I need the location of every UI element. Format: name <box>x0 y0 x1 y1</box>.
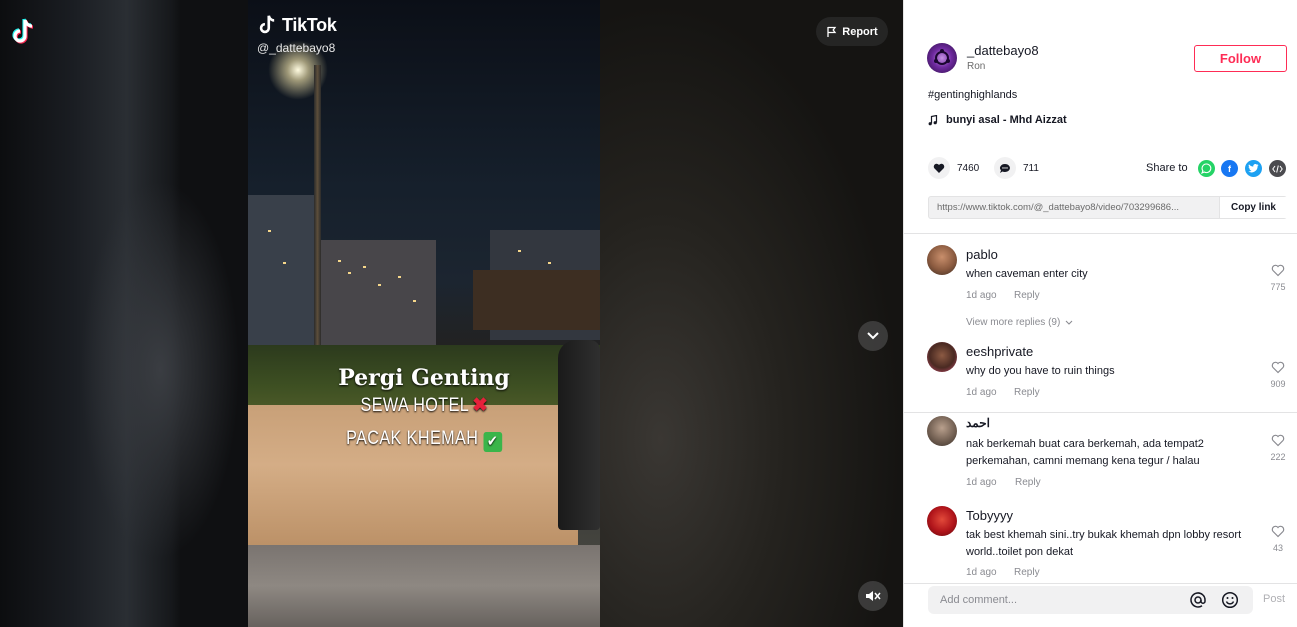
flag-icon <box>827 26 837 37</box>
reply-button[interactable]: Reply <box>1014 567 1040 578</box>
comment-username[interactable]: احمد <box>966 416 990 430</box>
reply-button[interactable]: Reply <box>1015 477 1041 488</box>
blurred-background-right <box>600 0 903 627</box>
comment-like-count: 222 <box>1270 452 1286 462</box>
heart-outline-icon <box>1271 525 1285 538</box>
overlay-text-line2: SEWA HOTEL ✖ <box>274 394 573 417</box>
section-divider <box>903 412 1297 413</box>
reply-button[interactable]: Reply <box>1014 387 1040 398</box>
video-stage: Pergi Genting SEWA HOTEL ✖ PACAK KHEMAH … <box>0 0 903 627</box>
watermark-handle: @_dattebayo8 <box>257 41 336 55</box>
music-title: bunyi asal - Mhd Aizzat <box>946 114 1067 126</box>
video-link-text[interactable]: https://www.tiktok.com/@_dattebayo8/vide… <box>937 202 1217 213</box>
chevron-down-icon <box>867 332 879 340</box>
heart-icon <box>933 163 945 173</box>
comment-time: 1d ago <box>966 290 997 301</box>
mute-button[interactable] <box>858 581 888 611</box>
comment-time: 1d ago <box>966 567 997 578</box>
music-note-icon <box>928 114 938 125</box>
comment-bubble-icon <box>1000 163 1010 173</box>
tiktok-watermark: TikTok <box>258 14 337 36</box>
comment-like[interactable]: 222 <box>1268 434 1288 462</box>
comment-stat[interactable]: 711 <box>994 157 1039 179</box>
building <box>248 195 318 365</box>
author-avatar[interactable] <box>927 43 957 73</box>
commenter-avatar[interactable] <box>927 342 957 372</box>
floor <box>248 545 600 627</box>
section-divider <box>903 233 1297 234</box>
facebook-icon[interactable]: f <box>1221 160 1238 177</box>
blurred-background-left <box>80 180 240 560</box>
heart-outline-icon <box>1271 434 1285 447</box>
view-more-label: View more replies (9) <box>966 317 1061 328</box>
like-button[interactable] <box>928 157 950 179</box>
author-username[interactable]: _dattebayo8 <box>967 43 1039 58</box>
follow-button[interactable]: Follow <box>1194 45 1287 72</box>
report-button[interactable]: Report <box>816 17 888 46</box>
author-nickname: Ron <box>967 61 986 72</box>
commenter-avatar[interactable] <box>927 506 957 536</box>
comment-time: 1d ago <box>966 387 997 398</box>
heart-outline-icon <box>1271 361 1285 374</box>
cross-mark-icon: ✖ <box>472 395 489 416</box>
comment-like[interactable]: 43 <box>1268 525 1288 553</box>
commenter-avatar[interactable] <box>927 416 957 446</box>
next-video-button[interactable] <box>858 321 888 351</box>
roof <box>473 270 600 330</box>
whatsapp-icon[interactable] <box>1198 160 1215 177</box>
comment-input[interactable]: Add comment... <box>928 586 1253 614</box>
comment-text: why do you have to ruin things <box>966 365 1115 377</box>
avatar-pattern-icon <box>934 49 950 65</box>
video-player[interactable]: Pergi Genting SEWA HOTEL ✖ PACAK KHEMAH … <box>248 0 600 627</box>
comment-text: tak best khemah sini..try bukak khemah d… <box>966 529 1242 558</box>
twitter-icon[interactable] <box>1245 160 1262 177</box>
like-stat[interactable]: 7460 <box>928 157 979 179</box>
commenter-avatar[interactable] <box>927 245 957 275</box>
comment-text: nak berkemah buat cara berkemah, ada tem… <box>966 438 1204 467</box>
comment-button[interactable] <box>994 157 1016 179</box>
overlay-text-line1: Pergi Genting <box>338 365 510 391</box>
overlay-text-line3: PACAK KHEMAH ✔ <box>274 428 573 452</box>
check-mark-icon: ✔ <box>483 432 502 452</box>
copy-link-button[interactable]: Copy link <box>1219 197 1287 218</box>
tiktok-logo-icon[interactable] <box>11 18 37 46</box>
comment-like-count: 909 <box>1270 379 1286 389</box>
chevron-down-icon <box>1065 320 1073 325</box>
comment-like-count: 43 <box>1272 543 1283 553</box>
comment-username[interactable]: eeshprivate <box>966 344 1033 359</box>
comment-like-count: 775 <box>1270 282 1286 292</box>
post-comment-button[interactable]: Post <box>1263 593 1285 605</box>
speaker-muted-icon <box>866 591 881 601</box>
watermark-brand-name: TikTok <box>282 14 337 35</box>
music-link[interactable]: bunyi asal - Mhd Aizzat <box>928 114 1067 126</box>
section-divider <box>903 583 1297 584</box>
building <box>318 240 436 350</box>
comment-count: 711 <box>1023 162 1039 174</box>
report-label: Report <box>842 25 878 38</box>
comment-like[interactable]: 775 <box>1268 264 1288 292</box>
view-more-replies[interactable]: View more replies (9) <box>966 317 1073 328</box>
reply-button[interactable]: Reply <box>1014 290 1040 301</box>
share-label: Share to <box>1146 162 1188 174</box>
comment-username[interactable]: Tobyyyy <box>966 508 1013 523</box>
emoji-icon[interactable] <box>1221 591 1239 609</box>
overlay-text-line2-label: SEWA HOTEL <box>360 395 469 416</box>
overlay-text-line3-label: PACAK KHEMAH <box>346 428 479 449</box>
mention-icon[interactable] <box>1189 591 1207 609</box>
video-link-box: https://www.tiktok.com/@_dattebayo8/vide… <box>928 196 1287 219</box>
embed-code-icon[interactable] <box>1269 160 1286 177</box>
comment-username[interactable]: pablo <box>966 247 998 262</box>
comment-text: when caveman enter city <box>966 268 1088 280</box>
lamp-post <box>314 65 321 365</box>
tiktok-note-icon <box>259 15 275 34</box>
comment-time: 1d ago <box>966 477 997 488</box>
heart-outline-icon <box>1271 264 1285 277</box>
like-count: 7460 <box>957 162 980 174</box>
hashtag-link[interactable]: #gentinghighlands <box>928 89 1017 101</box>
comment-like[interactable]: 909 <box>1268 361 1288 389</box>
comment-input-placeholder: Add comment... <box>940 594 1018 606</box>
